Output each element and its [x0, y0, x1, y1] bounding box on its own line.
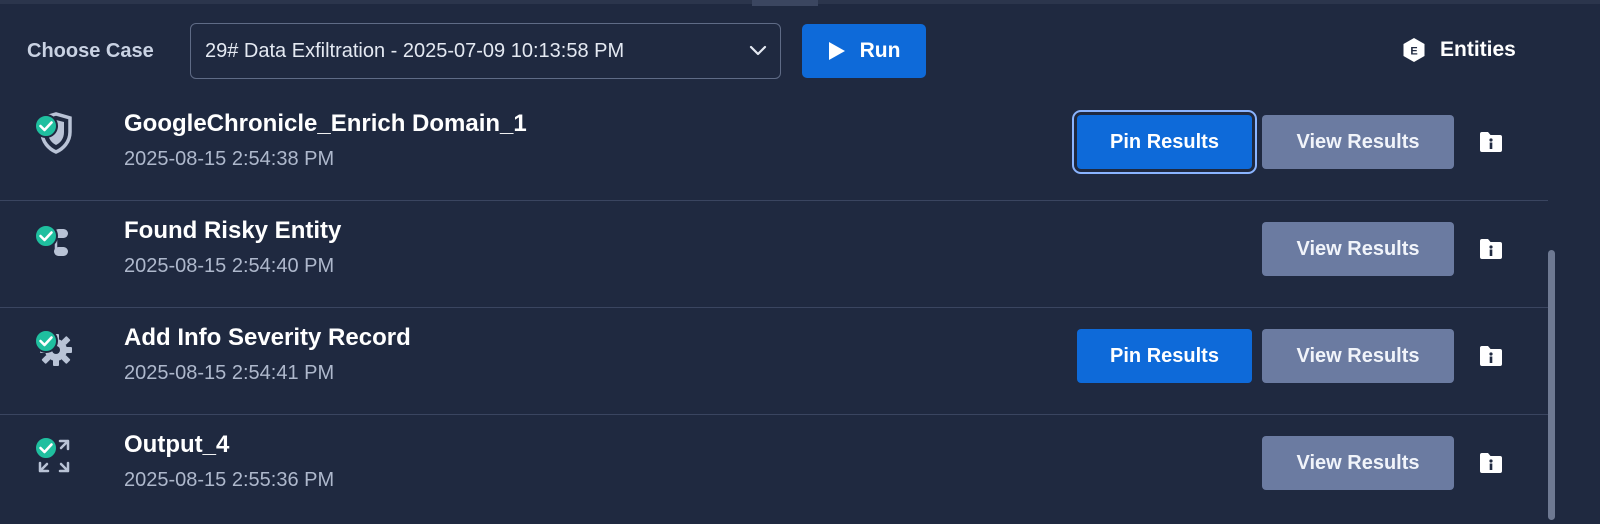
step-row: Add Info Severity Record 2025-08-15 2:54…: [0, 308, 1548, 415]
step-title: Found Risky Entity: [124, 217, 342, 244]
view-results-button[interactable]: View Results: [1262, 329, 1454, 383]
step-timestamp: 2025-08-15 2:55:36 PM: [124, 469, 335, 491]
view-results-button[interactable]: View Results: [1262, 115, 1454, 169]
view-results-button[interactable]: View Results: [1262, 222, 1454, 276]
step-timestamp: 2025-08-15 2:54:38 PM: [124, 148, 335, 170]
step-timestamp: 2025-08-15 2:54:40 PM: [124, 255, 335, 277]
gear-check-icon: [34, 329, 72, 366]
view-results-button[interactable]: View Results: [1262, 436, 1454, 490]
chevron-down-icon: [749, 45, 767, 56]
entities-badge-letter: E: [1410, 46, 1417, 58]
step-row: GoogleChronicle_Enrich Domain_1 2025-08-…: [0, 94, 1548, 201]
pin-results-button[interactable]: Pin Results: [1072, 110, 1257, 174]
play-icon: [828, 42, 845, 60]
folder-info-icon[interactable]: [1479, 131, 1503, 153]
scrollbar-thumb[interactable]: [1548, 250, 1555, 520]
step-title: Output_4: [124, 431, 230, 458]
step-row: Found Risky Entity 2025-08-15 2:54:40 PM…: [0, 201, 1548, 308]
choose-case-label: Choose Case: [27, 40, 154, 62]
flow-check-icon: [34, 224, 68, 256]
case-toolbar: Choose Case 29# Data Exfiltration - 2025…: [0, 4, 1600, 94]
entities-label: Entities: [1440, 38, 1516, 61]
step-title: Add Info Severity Record: [124, 324, 411, 351]
run-button[interactable]: Run: [802, 24, 926, 78]
step-timestamp: 2025-08-15 2:54:41 PM: [124, 362, 335, 384]
folder-info-icon[interactable]: [1479, 345, 1503, 367]
entities-button[interactable]: E Entities: [1402, 37, 1516, 63]
entities-hex-icon: E: [1403, 38, 1425, 62]
pin-results-button[interactable]: Pin Results: [1077, 329, 1252, 383]
step-row: Output_4 2025-08-15 2:55:36 PM View Resu…: [0, 415, 1548, 522]
expand-check-icon: [34, 436, 70, 473]
run-button-label: Run: [859, 39, 901, 62]
step-title: GoogleChronicle_Enrich Domain_1: [124, 110, 527, 137]
folder-info-icon[interactable]: [1479, 452, 1503, 474]
folder-info-icon[interactable]: [1479, 238, 1503, 260]
case-select-value: 29# Data Exfiltration - 2025-07-09 10:13…: [205, 40, 625, 62]
case-select[interactable]: 29# Data Exfiltration - 2025-07-09 10:13…: [190, 23, 781, 79]
shield-check-icon: [34, 112, 72, 154]
steps-list: GoogleChronicle_Enrich Domain_1 2025-08-…: [0, 94, 1548, 522]
